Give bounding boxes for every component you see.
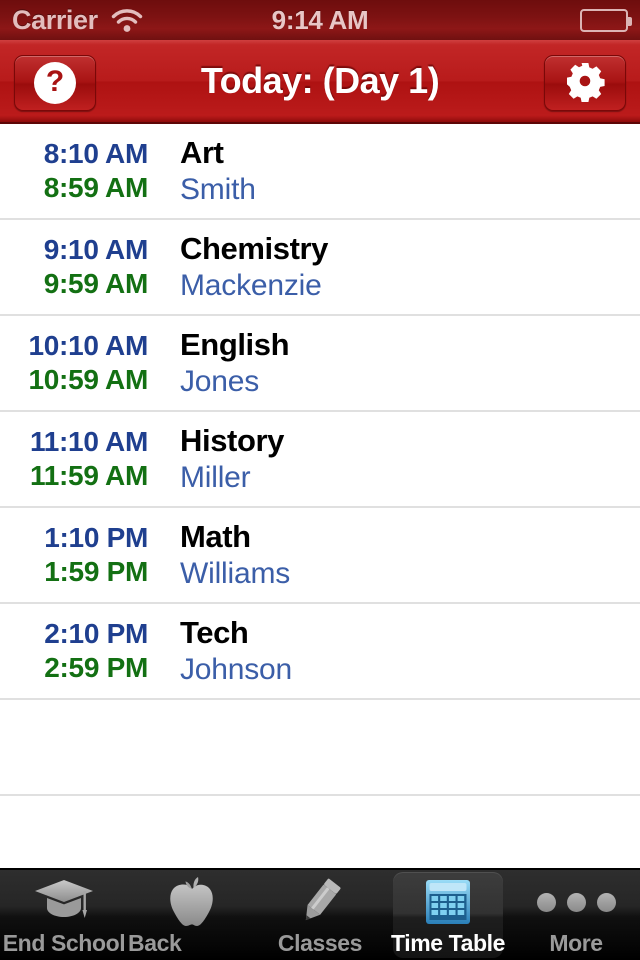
status-right-group — [580, 8, 632, 32]
page-title: Today: (Day 1) — [200, 60, 440, 101]
tab-label: Back School — [128, 930, 203, 960]
table-row[interactable]: 8:10 AM 8:59 AM Art Smith — [0, 124, 640, 220]
tab-time-table[interactable]: Time Table — [384, 870, 512, 960]
graduation-cap-icon — [33, 876, 95, 928]
tab-bar: End School Back School — [0, 868, 640, 960]
subject-name: English — [180, 327, 290, 363]
tab-label: Classes — [277, 930, 363, 956]
start-time: 8:10 AM — [43, 138, 149, 169]
start-time: 10:10 AM — [28, 330, 149, 361]
time-column: 9:10 AM 9:59 AM — [0, 236, 152, 298]
subject-name: Math — [180, 519, 251, 555]
class-info: English Jones — [180, 327, 290, 398]
timetable-list[interactable]: 8:10 AM 8:59 AM Art Smith 9:10 AM 9:59 AM Chem… — [0, 124, 640, 868]
tab-classes[interactable]: Classes — [256, 870, 384, 960]
class-info: History Miller — [180, 424, 284, 494]
table-row[interactable]: 11:10 AM 11:59 AM History Miller — [0, 412, 640, 508]
end-time: 9:59 AM — [43, 268, 149, 299]
table-row[interactable]: 10:10 AM 10:59 AM English Jones — [0, 316, 640, 412]
tab-label: End School — [2, 930, 126, 956]
time-column: 11:10 AM 11:59 AM — [0, 428, 152, 490]
class-info: Chemistry Mackenzie — [180, 232, 328, 302]
navigation-bar: ? Today: (Day 1) — [0, 40, 640, 124]
battery-icon — [580, 8, 632, 32]
end-time: 8:59 AM — [43, 172, 149, 203]
end-time: 10:59 AM — [28, 364, 149, 395]
subject-name: Art — [180, 135, 224, 171]
time-column: 10:10 AM 10:59 AM — [0, 332, 152, 394]
end-time: 1:59 PM — [44, 556, 148, 587]
teacher-name: Mackenzie — [180, 268, 322, 302]
subject-name: Chemistry — [180, 231, 329, 267]
tab-back-school[interactable]: Back School — [128, 870, 256, 960]
tab-end-school[interactable]: End School — [0, 870, 128, 960]
teacher-name: Smith — [180, 172, 256, 206]
app-screen: Carrier 9:14 AM ? Today: (Day 1) 8:10 AM… — [0, 0, 640, 960]
tab-label: More — [549, 930, 603, 956]
start-time: 11:10 AM — [30, 426, 148, 457]
status-time: 9:14 AM — [271, 4, 369, 35]
start-time: 2:10 PM — [44, 618, 148, 649]
teacher-name: Johnson — [180, 652, 293, 686]
table-row[interactable]: 9:10 AM 9:59 AM Chemistry Mackenzie — [0, 220, 640, 316]
pencil-icon — [292, 876, 348, 928]
table-row[interactable]: 1:10 PM 1:59 PM Math Williams — [0, 508, 640, 604]
tab-more[interactable]: More — [512, 870, 640, 960]
class-info: Math Williams — [180, 520, 290, 590]
question-mark-icon: ? — [34, 62, 76, 104]
table-row[interactable]: 2:10 PM 2:59 PM Tech Johnson — [0, 604, 640, 700]
teacher-name: Jones — [180, 364, 260, 398]
time-column: 2:10 PM 2:59 PM — [0, 620, 152, 682]
calculator-icon — [421, 876, 475, 928]
help-button[interactable]: ? — [14, 55, 96, 111]
table-row-empty — [0, 700, 640, 796]
time-column: 8:10 AM 8:59 AM — [0, 140, 152, 202]
subject-name: Tech — [180, 615, 249, 651]
class-info: Art Smith — [180, 136, 256, 206]
teacher-name: Williams — [180, 556, 291, 590]
ellipsis-icon — [536, 876, 616, 928]
settings-button[interactable] — [544, 55, 626, 111]
start-time: 9:10 AM — [43, 234, 149, 265]
subject-name: History — [180, 423, 285, 459]
teacher-name: Miller — [180, 460, 251, 494]
time-column: 1:10 PM 1:59 PM — [0, 524, 152, 586]
tab-label: Time Table — [390, 930, 506, 956]
status-bar: Carrier 9:14 AM — [0, 0, 640, 40]
gear-icon — [564, 60, 606, 107]
apple-icon — [163, 876, 221, 928]
end-time: 2:59 PM — [44, 652, 148, 683]
class-info: Tech Johnson — [180, 616, 292, 686]
end-time: 11:59 AM — [30, 460, 148, 491]
start-time: 1:10 PM — [44, 522, 148, 553]
table-row-empty — [0, 796, 640, 868]
